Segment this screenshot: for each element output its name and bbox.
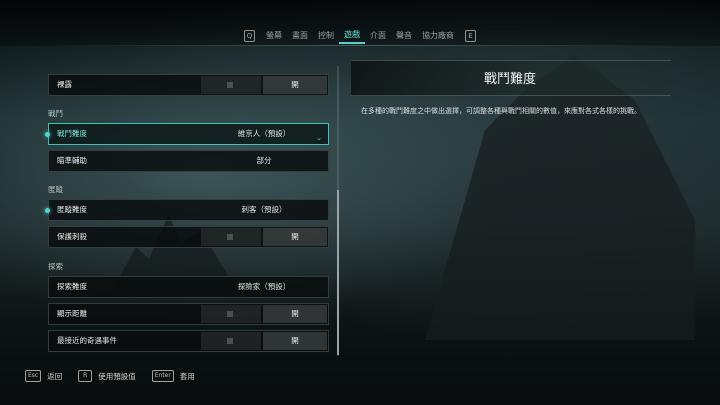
tab-gameplay[interactable]: 遊戲 [339, 28, 365, 44]
toggle-off-icon [227, 338, 233, 344]
settings-tabs: Q 螢幕 畫面 控制 遊戲 介面 聲音 協力廠商 E [0, 28, 720, 44]
enter-key-icon: Enter [151, 370, 174, 382]
button-hints: Esc 返回 R 使用預設值 Enter 套用 [25, 370, 211, 382]
tab-audio[interactable]: 聲音 [391, 29, 417, 43]
setting-row-show-distance[interactable]: 顯示距離 開 [48, 303, 329, 325]
setting-label: 最接近的奇遇事件 [57, 336, 117, 345]
section-combat: 戰鬥 [48, 109, 63, 118]
toggle-on-option[interactable]: 開 [263, 228, 327, 246]
setting-row-exploration-difficulty[interactable]: 探索難度 探險家（預設） [48, 276, 329, 298]
toggle-off-option[interactable] [201, 332, 261, 350]
toggle-value: 開 [291, 336, 299, 345]
section-exploration: 探索 [48, 262, 63, 271]
toggle-value: 開 [291, 80, 299, 89]
setting-value: 部分 [256, 156, 272, 165]
esc-key-icon: Esc [25, 370, 42, 382]
setting-label: 保護刺殺 [57, 232, 87, 241]
description-title: 戰鬥難度 [484, 72, 537, 87]
setting-label: 戰鬥難度 [57, 129, 87, 138]
toggle-on-option[interactable]: 開 [263, 332, 327, 350]
toggle-off-icon [227, 82, 233, 88]
toggle-off-option[interactable] [201, 305, 261, 323]
settings-scrollbar-thumb[interactable] [337, 190, 339, 355]
modified-indicator-icon [45, 208, 50, 213]
back-label: 返回 [47, 371, 63, 381]
selected-indicator-icon [45, 132, 50, 137]
setting-row-aim-assist[interactable]: 瞄準輔助 部分 [48, 150, 329, 172]
tab-screen[interactable]: 螢幕 [261, 29, 287, 43]
toggle-value: 開 [291, 309, 299, 318]
back-button[interactable]: Esc 返回 [25, 370, 62, 382]
toggle-value: 開 [291, 232, 299, 241]
toggle-on-option[interactable]: 開 [263, 76, 327, 94]
description-text: 在多種的戰鬥難度之中做出選擇，可調整各種與戰鬥相關的數值，來應對各式各樣的挑戰。 [361, 107, 641, 115]
setting-label: 裸露 [57, 80, 72, 89]
apply-label: 套用 [179, 371, 195, 381]
setting-value: 刺客（預設） [241, 205, 287, 214]
toggle-off-option[interactable] [201, 76, 261, 94]
section-stealth: 匿蹤 [48, 185, 63, 194]
chevron-down-icon[interactable]: ⌄ [316, 135, 322, 142]
tab-third-party[interactable]: 協力廠商 [417, 29, 459, 43]
tab-controls[interactable]: 控制 [313, 29, 339, 43]
setting-row-nearest-event[interactable]: 最接近的奇遇事件 開 [48, 330, 329, 352]
reset-default-label: 使用預設值 [98, 371, 136, 381]
setting-value: 維京人（預設） [237, 129, 291, 138]
tab-prev-key[interactable]: Q [244, 30, 255, 42]
setting-row-nudity[interactable]: 裸露 開 [48, 74, 329, 96]
r-key-icon: R [78, 370, 93, 382]
setting-label: 顯示距離 [57, 309, 87, 318]
tab-display[interactable]: 畫面 [287, 29, 313, 43]
setting-row-combat-difficulty[interactable]: 戰鬥難度 維京人（預設） ⌄ [45, 123, 329, 145]
setting-row-stealth-difficulty[interactable]: 匿蹤難度 刺客（預設） [45, 199, 329, 221]
setting-value: 探險家（預設） [237, 282, 291, 291]
setting-label: 探索難度 [57, 282, 87, 291]
toggle-off-option[interactable] [201, 228, 261, 246]
toggle-on-option[interactable]: 開 [263, 305, 327, 323]
apply-button[interactable]: Enter 套用 [151, 370, 195, 382]
setting-label: 瞄準輔助 [57, 156, 87, 165]
toggle-off-icon [227, 234, 233, 240]
tab-next-key[interactable]: E [465, 30, 476, 42]
setting-row-protect-assassination[interactable]: 保護刺殺 開 [48, 226, 329, 248]
toggle-off-icon [227, 311, 233, 317]
tab-interface[interactable]: 介面 [365, 29, 391, 43]
setting-label: 匿蹤難度 [57, 205, 87, 214]
top-bar-divider [40, 45, 680, 46]
reset-default-button[interactable]: R 使用預設值 [78, 370, 136, 382]
